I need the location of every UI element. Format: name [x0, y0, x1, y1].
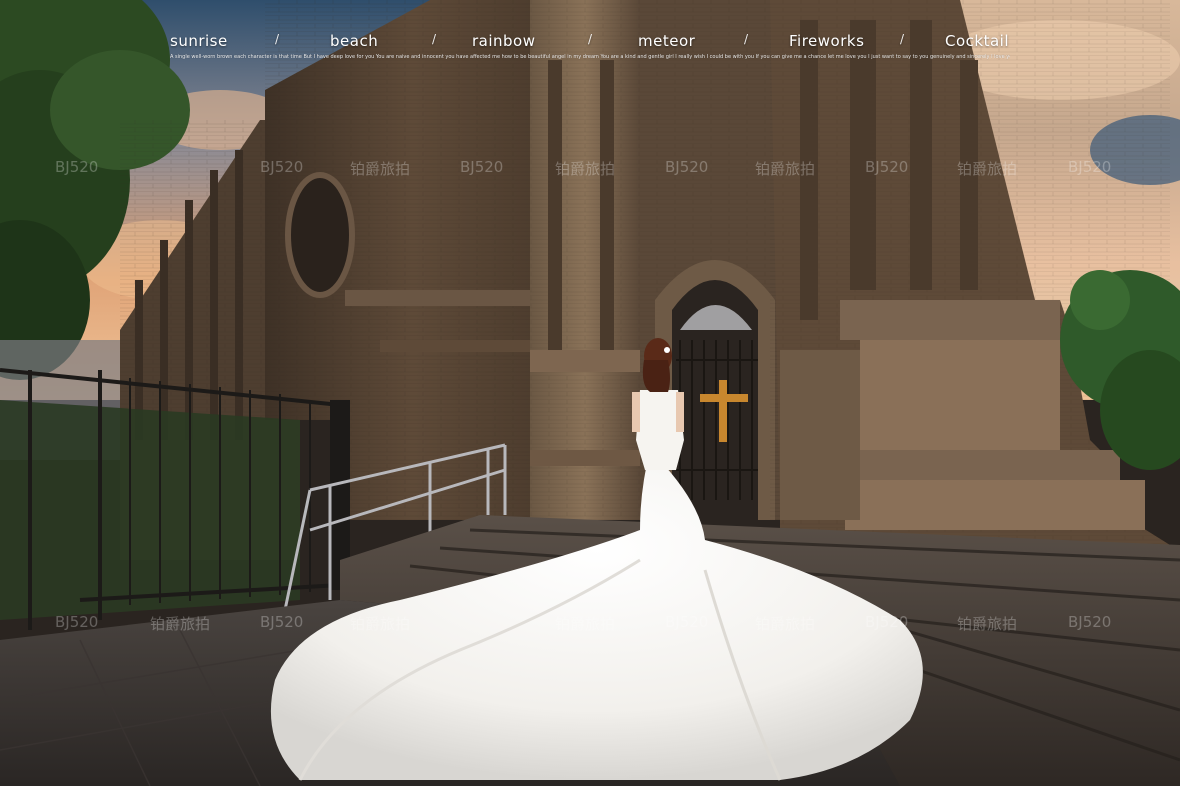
- rose-window: [285, 172, 355, 298]
- church-wedding-scene: [0, 0, 1180, 786]
- caption-separator: /: [432, 32, 437, 46]
- wedding-photo: BJ520 BJ520 铂爵旅拍 BJ520 铂爵旅拍 BJ520 铂爵旅拍 B…: [0, 0, 1180, 786]
- caption-word-sunrise: sunrise: [170, 32, 228, 50]
- caption-word-fireworks: Fireworks: [789, 32, 865, 50]
- caption-poem: A single well-worn brown each character …: [170, 54, 1010, 60]
- caption-word-meteor: meteor: [638, 32, 696, 50]
- caption-separator: /: [744, 32, 749, 46]
- caption-word-beach: beach: [330, 32, 379, 50]
- caption-keywords: sunrise / beach / rainbow / meteor / Fir…: [150, 30, 1030, 54]
- caption-separator: /: [900, 32, 905, 46]
- caption-separator: /: [275, 32, 280, 46]
- photo-caption: sunrise / beach / rainbow / meteor / Fir…: [150, 30, 1030, 70]
- caption-word-cocktail: Cocktail: [945, 32, 1009, 50]
- caption-word-rainbow: rainbow: [472, 32, 536, 50]
- caption-separator: /: [588, 32, 593, 46]
